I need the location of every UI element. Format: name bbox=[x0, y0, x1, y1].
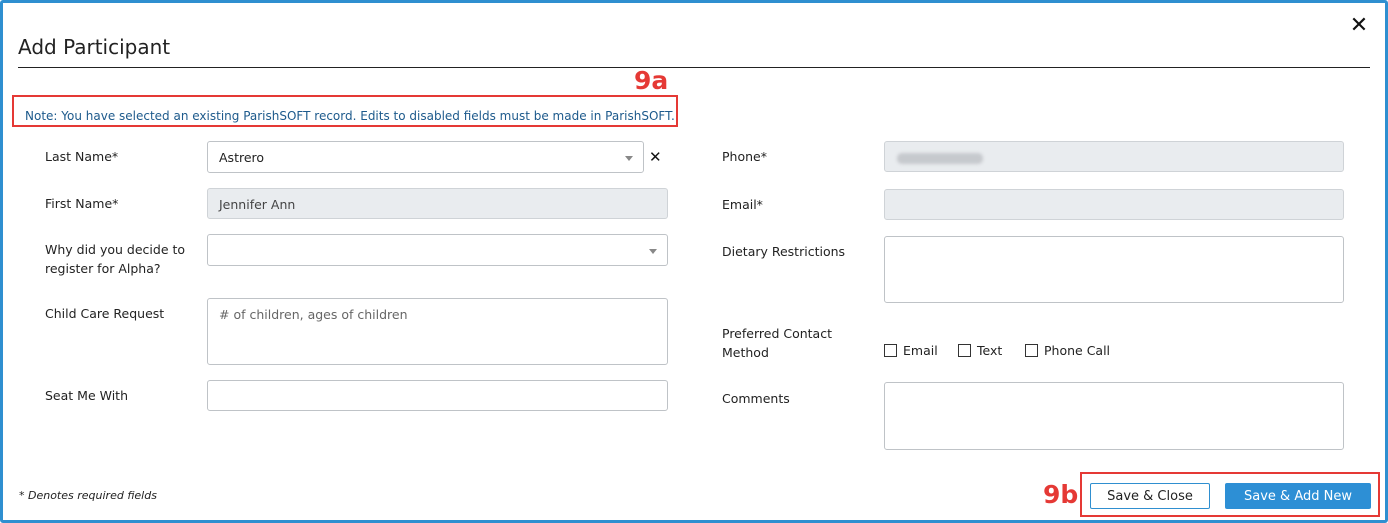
comments-textarea[interactable] bbox=[884, 382, 1344, 450]
child-care-label: Child Care Request bbox=[45, 306, 165, 321]
title-divider bbox=[18, 67, 1370, 68]
comments-label: Comments bbox=[722, 391, 790, 406]
contact-email-checkbox[interactable]: Email bbox=[884, 343, 938, 358]
annotation-9b: 9b bbox=[1043, 480, 1079, 509]
last-name-select[interactable]: Astrero bbox=[207, 141, 644, 173]
contact-text-checkbox[interactable]: Text bbox=[958, 343, 1002, 358]
why-alpha-label-line1: Why did you decide to bbox=[45, 242, 186, 257]
save-close-button[interactable]: Save & Close bbox=[1090, 483, 1210, 509]
save-add-new-button[interactable]: Save & Add New bbox=[1225, 483, 1371, 509]
why-alpha-select[interactable] bbox=[207, 234, 668, 266]
redacted-phone bbox=[897, 153, 983, 164]
contact-text-label: Text bbox=[977, 343, 1003, 358]
contact-phone-call-checkbox[interactable]: Phone Call bbox=[1025, 343, 1110, 358]
parishsoft-notice: Note: You have selected an existing Pari… bbox=[25, 109, 675, 123]
chevron-down-icon bbox=[625, 156, 633, 161]
first-name-value: Jennifer Ann bbox=[219, 197, 296, 212]
chevron-down-icon bbox=[649, 249, 657, 254]
dialog-title: Add Participant bbox=[18, 35, 171, 59]
last-name-label: Last Name* bbox=[45, 149, 119, 164]
last-name-value: Astrero bbox=[219, 150, 265, 165]
email-label: Email* bbox=[722, 197, 763, 212]
checkbox-icon[interactable] bbox=[1025, 344, 1038, 357]
checkbox-icon[interactable] bbox=[884, 344, 897, 357]
seat-with-label: Seat Me With bbox=[45, 388, 128, 403]
first-name-label: First Name* bbox=[45, 196, 119, 211]
contact-method-label-line2: Method bbox=[722, 345, 769, 360]
dietary-textarea[interactable] bbox=[884, 236, 1344, 303]
required-fields-note: * Denotes required fields bbox=[19, 489, 157, 502]
why-alpha-label-line2: register for Alpha? bbox=[45, 261, 161, 276]
close-icon[interactable]: ✕ bbox=[1348, 14, 1370, 38]
checkbox-icon[interactable] bbox=[958, 344, 971, 357]
phone-field[interactable] bbox=[884, 141, 1344, 172]
contact-method-label-line1: Preferred Contact bbox=[722, 326, 832, 341]
contact-email-label: Email bbox=[903, 343, 938, 358]
phone-label: Phone* bbox=[722, 149, 767, 164]
first-name-field[interactable]: Jennifer Ann bbox=[207, 188, 668, 219]
child-care-textarea[interactable]: # of children, ages of children bbox=[207, 298, 668, 365]
contact-phone-call-label: Phone Call bbox=[1044, 343, 1111, 358]
email-field[interactable] bbox=[884, 189, 1344, 220]
seat-with-input[interactable] bbox=[207, 380, 668, 411]
child-care-placeholder: # of children, ages of children bbox=[219, 307, 408, 322]
dietary-label: Dietary Restrictions bbox=[722, 244, 846, 259]
annotation-9a: 9a bbox=[634, 66, 669, 95]
clear-icon[interactable]: ✕ bbox=[649, 148, 662, 166]
